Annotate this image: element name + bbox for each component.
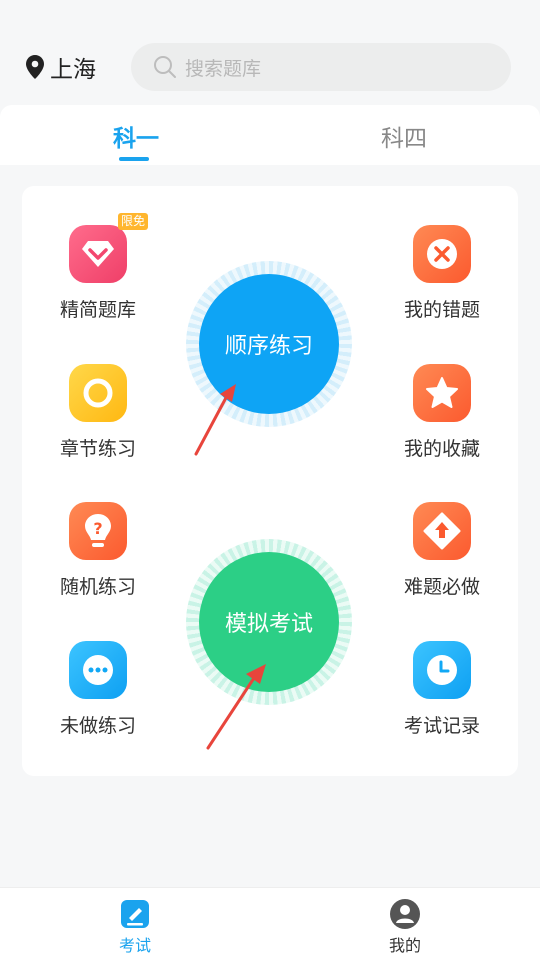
grid-item-exam-records[interactable]: 考试记录 [382,641,502,738]
nav-profile-label: 我的 [388,936,421,955]
grid-item-label: 难题必做 [403,576,480,598]
grid-item-label: 随机练习 [59,576,136,598]
location-pin-icon [26,55,44,79]
bottom-navigation: 考试 我的 [0,887,540,960]
dots-icon [69,641,127,699]
arrow-up-diamond-icon [413,502,471,560]
city-label: 上海 [50,57,96,83]
grid-item-simplified-bank[interactable]: 限免 精简题库 [38,213,158,322]
active-tab-indicator [119,157,149,161]
tab-ke1[interactable]: 科一 [88,119,184,153]
grid-item-label: 未做练习 [59,715,136,737]
svg-text:?: ? [93,519,102,538]
close-circle-icon [413,225,471,283]
diamond-icon [69,225,127,283]
sequential-practice-label: 顺序练习 [224,334,313,359]
search-input[interactable]: 搜索题库 [131,43,511,91]
location-selector[interactable]: 上海 [26,50,96,84]
grid-item-label: 我的收藏 [403,438,480,460]
nav-exam[interactable]: 考试 [95,898,175,956]
nav-exam-label: 考试 [118,936,151,955]
header: 上海 搜索题库 [0,0,540,105]
profile-icon [390,899,420,929]
grid-item-my-mistakes[interactable]: 我的错题 [382,225,502,322]
exam-icon [121,900,149,928]
grid-item-label: 精简题库 [59,299,136,321]
search-placeholder: 搜索题库 [185,57,262,80]
grid-item-random-practice[interactable]: ? 随机练习 [38,502,158,599]
grid-item-my-favorites[interactable]: 我的收藏 [382,364,502,461]
grid-item-label: 章节练习 [59,438,136,460]
grid-item-label: 我的错题 [403,299,480,321]
clock-icon [413,641,471,699]
star-icon [413,364,471,422]
free-badge: 限免 [118,213,149,230]
nav-profile[interactable]: 我的 [365,898,445,956]
annotation-arrow-1 [194,384,236,456]
grid-item-label: 考试记录 [403,715,480,737]
tab-ke4[interactable]: 科四 [356,119,452,153]
search-icon [154,56,176,78]
mock-exam-label: 模拟考试 [224,612,313,637]
ring-icon [69,364,127,422]
subject-tabs: 科一 科四 [0,105,540,165]
question-bulb-icon: ? [69,502,127,560]
grid-item-chapter-practice[interactable]: 章节练习 [38,364,158,461]
grid-item-unanswered-practice[interactable]: 未做练习 [38,641,158,738]
annotation-arrow-2 [206,664,266,750]
grid-item-hard-questions[interactable]: 难题必做 [382,502,502,599]
